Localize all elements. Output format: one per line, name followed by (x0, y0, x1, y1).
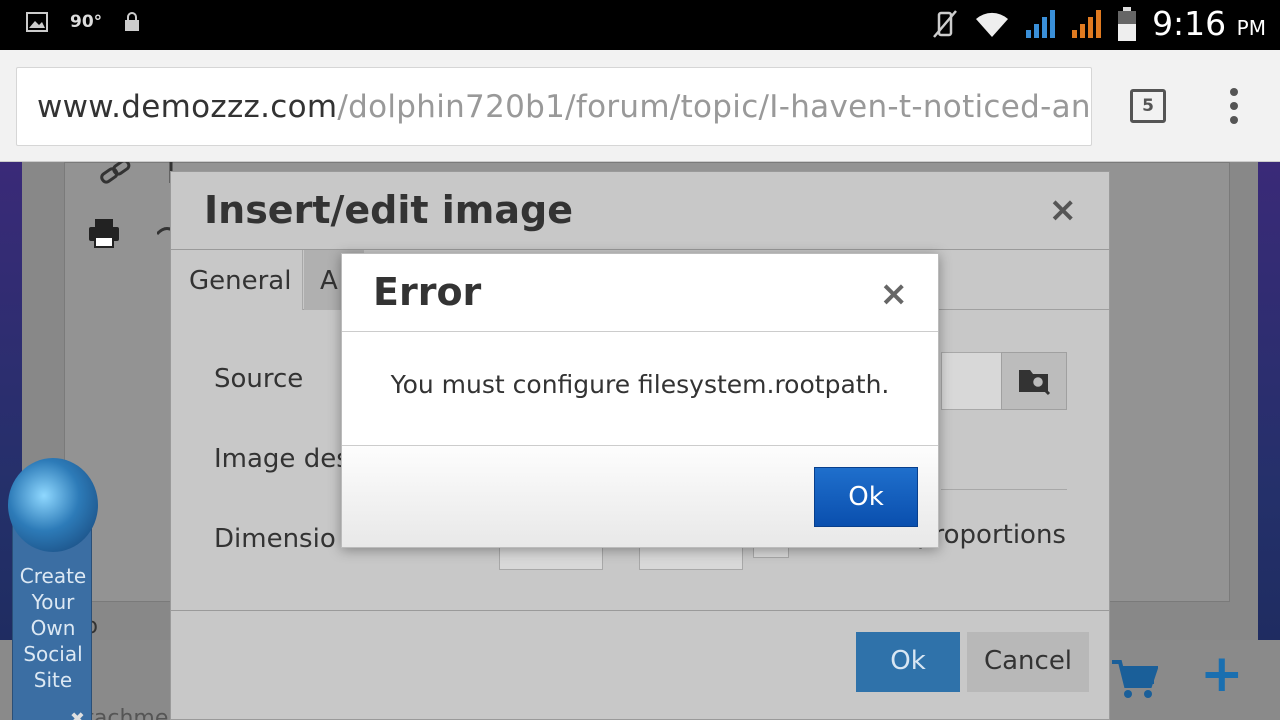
folder-search-icon (1019, 370, 1051, 396)
dialog-title: Insert/edit image (204, 188, 573, 232)
constrain-proportions-label: proportions (917, 520, 1066, 550)
cart-icon[interactable] (1110, 658, 1158, 700)
overflow-menu-icon[interactable] (1224, 88, 1244, 124)
divider (171, 610, 1109, 611)
signal-bars-orange-icon (1072, 9, 1102, 38)
divider (342, 331, 938, 332)
description-input[interactable] (941, 430, 1067, 490)
link-icon[interactable] (97, 162, 133, 189)
error-ok-button[interactable]: Ok (814, 467, 918, 527)
tab-general[interactable]: General (171, 250, 303, 310)
url-path: /dolphin720b1/forum/topic/I-haven-t-noti… (337, 89, 1092, 125)
image-notification-icon (26, 12, 48, 32)
description-label: Image des (214, 444, 350, 474)
promo-text: Create Your Own Social Site (19, 564, 87, 692)
status-bar: 90° 9:16 PM (0, 0, 1280, 50)
close-icon[interactable]: × (1049, 190, 1078, 230)
add-icon[interactable]: + (1200, 648, 1244, 700)
close-icon[interactable]: × (880, 274, 909, 314)
wifi-icon (976, 12, 1009, 37)
dimensions-label: Dimensio (214, 524, 336, 554)
clock: 9:16 PM (1152, 4, 1266, 43)
url-host: www.demozzz.com (37, 89, 338, 125)
source-label: Source (214, 364, 304, 394)
browser-toolbar: www.demozzz.com/dolphin720b1/forum/topic… (0, 50, 1280, 162)
error-title: Error (373, 270, 482, 314)
battery-icon (1118, 6, 1137, 41)
error-dialog: Error × You must configure filesystem.ro… (341, 253, 939, 548)
print-icon[interactable] (87, 217, 121, 249)
temperature-text: 90° (70, 12, 103, 32)
globe-logo-icon (8, 458, 98, 552)
image-cancel-button[interactable]: Cancel (967, 632, 1089, 692)
lock-icon (125, 12, 140, 31)
browse-button[interactable] (1001, 352, 1067, 410)
vibrate-mute-icon (933, 9, 958, 38)
url-text[interactable]: www.demozzz.com/dolphin720b1/forum/topic… (37, 88, 1092, 126)
error-footer: Ok (342, 445, 938, 547)
promo-widget[interactable]: Create Your Own Social Site ✖ (8, 458, 98, 720)
error-message: You must configure filesystem.rootpath. (390, 370, 890, 399)
signal-bars-blue-icon (1026, 9, 1056, 38)
tab-switcher-button[interactable]: 5 (1130, 89, 1166, 123)
image-ok-button[interactable]: Ok (856, 632, 960, 692)
source-input[interactable] (941, 352, 1003, 410)
address-bar[interactable]: www.demozzz.com/dolphin720b1/forum/topic… (16, 67, 1092, 146)
promo-close-icon[interactable]: ✖ (70, 709, 85, 720)
